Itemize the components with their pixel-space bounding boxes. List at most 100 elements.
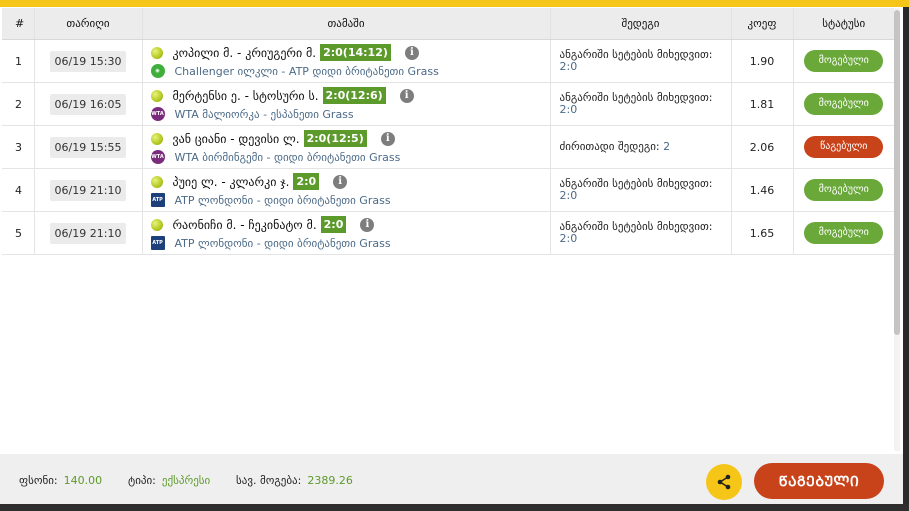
table-header-row: # თარიღი თამაში შედეგი კოეფ სტატუსი	[2, 8, 894, 40]
match-cell: ვან ციანი - დევისი ლ. 2:0(12:5) i WTA WT…	[142, 125, 551, 169]
status-cell: მოგებული	[793, 82, 894, 126]
odds-value: 1.81	[731, 82, 794, 126]
payout-summary: სავ. მოგება: 2389.26	[236, 474, 353, 487]
row-number: 1	[2, 39, 35, 83]
result-label: ანგარიში სეტების მიხედვით:	[559, 91, 713, 104]
bet-type-label: ტიპი:	[128, 474, 156, 487]
info-icon[interactable]: i	[333, 174, 348, 189]
info-icon[interactable]: i	[399, 88, 414, 103]
result-value: 2:0	[559, 103, 578, 116]
date-chip: 06/19 21:10	[49, 179, 127, 201]
result-cell: ძირითადი შედეგი: 2	[550, 125, 732, 169]
bet-type-summary: ტიპი: ექსპრესი	[128, 474, 210, 487]
score-badge: 2:0(12:6)	[322, 87, 386, 104]
tennis-ball-icon	[150, 132, 163, 145]
bet-events-table: # თარიღი თამაში შედეგი კოეფ სტატუსი 1 06…	[2, 8, 894, 255]
date-chip: 06/19 21:10	[49, 222, 127, 244]
bet-status-button[interactable]: ᲬᲐᲒᲔᲑᲣᲚᲘ	[754, 463, 884, 499]
info-icon[interactable]: i	[404, 45, 419, 60]
bet-summary-footer: ფსონი: 140.00 ტიპი: ექსპრესი სავ. მოგება: 2…	[0, 454, 903, 504]
result-value: 2:0	[559, 189, 578, 202]
table-row: 2 06/19 16:05 მერტენსი ე. - სტოსური ს. 2…	[2, 82, 894, 126]
tournament-name: WTA ბირმინგემი - დიდი ბრიტანეთი Grass	[174, 150, 401, 164]
stake-value: 140.00	[63, 474, 103, 487]
tennis-ball-icon	[150, 175, 163, 188]
wta-logo-icon: WTA	[150, 107, 165, 121]
tournament-name: WTA მალიორკა - ესპანეთი Grass	[174, 107, 354, 121]
date-chip: 06/19 16:05	[49, 93, 127, 115]
status-cell: მოგებული	[793, 211, 894, 255]
match-name: პუიე ლ. - კლარკი ჯ.	[172, 174, 290, 189]
result-label: ანგარიში სეტების მიხედვით:	[559, 220, 713, 233]
result-value: 2:0	[559, 232, 578, 245]
background-page-edge	[903, 7, 909, 511]
info-icon[interactable]: i	[380, 131, 395, 146]
share-icon	[717, 474, 731, 490]
wta-logo-icon: WTA	[150, 150, 165, 164]
column-header-odds: კოეფ	[731, 8, 794, 40]
match-name: ვან ციანი - დევისი ლ.	[172, 131, 300, 146]
score-badge: 2:0(14:12)	[320, 44, 391, 61]
atp-logo-icon: ATP	[150, 236, 165, 250]
column-header-date: თარიღი	[34, 8, 143, 40]
status-cell: მოგებული	[793, 39, 894, 83]
match-name: კოპილი მ. - კრიუგერი მ.	[172, 45, 317, 60]
scrollbar-thumb[interactable]	[894, 10, 900, 335]
odds-value: 1.65	[731, 211, 794, 255]
result-cell: ანგარიში სეტების მიხედვით: 2:0	[550, 211, 732, 255]
bet-type-value: ექსპრესი	[161, 474, 211, 487]
date-cell: 06/19 15:55	[34, 125, 143, 169]
result-label: ანგარიში სეტების მიხედვით:	[559, 48, 713, 61]
stake-label: ფსონი:	[19, 474, 58, 487]
tennis-ball-icon	[150, 46, 163, 59]
status-badge: მოგებული	[804, 50, 884, 72]
match-cell: რაონიჩი მ. - ჩეკინატო მ. 2:0 i ATP ATP ლ…	[142, 211, 551, 255]
status-badge: მოგებული	[804, 222, 884, 244]
date-chip: 06/19 15:55	[49, 136, 127, 158]
column-header-number: #	[2, 8, 35, 40]
odds-value: 1.46	[731, 168, 794, 212]
info-icon[interactable]: i	[360, 217, 375, 232]
row-number: 3	[2, 125, 35, 169]
status-badge: მოგებული	[804, 93, 884, 115]
odds-value: 1.90	[731, 39, 794, 83]
tournament-name: ATP ლონდონი - დიდი ბრიტანეთი Grass	[174, 193, 391, 207]
result-cell: ანგარიში სეტების მიხედვით: 2:0	[550, 82, 732, 126]
match-name: მერტენსი ე. - სტოსური ს.	[172, 88, 319, 103]
result-label: ანგარიში სეტების მიხედვით:	[559, 177, 713, 190]
date-cell: 06/19 15:30	[34, 39, 143, 83]
payout-label: სავ. მოგება:	[236, 474, 302, 487]
tournament-name: Challenger ილკლი - ATP დიდი ბრიტანეთი Gr…	[174, 64, 439, 78]
row-number: 5	[2, 211, 35, 255]
match-cell: მერტენსი ე. - სტოსური ს. 2:0(12:6) i WTA…	[142, 82, 551, 126]
status-badge: მოგებული	[804, 179, 884, 201]
column-header-status: სტატუსი	[793, 8, 894, 40]
stake-summary: ფსონი: 140.00	[19, 474, 102, 487]
column-header-match: თამაში	[142, 8, 551, 40]
match-cell: პუიე ლ. - კლარკი ჯ. 2:0 i ATP ATP ლონდონ…	[142, 168, 551, 212]
tennis-ball-icon	[150, 218, 163, 231]
match-name: რაონიჩი მ. - ჩეკინატო მ.	[172, 217, 317, 232]
background-page-bottom	[0, 504, 909, 511]
top-accent-bar	[0, 0, 909, 7]
status-badge: წაგებული	[804, 136, 884, 158]
payout-value: 2389.26	[307, 474, 353, 487]
table-row: 3 06/19 15:55 ვან ციანი - დევისი ლ. 2:0(…	[2, 125, 894, 169]
tennis-ball-icon	[150, 89, 163, 102]
date-cell: 06/19 21:10	[34, 211, 143, 255]
match-cell: კოპილი მ. - კრიუგერი მ. 2:0(14:12) i ◉ C…	[142, 39, 551, 83]
challenger-logo-icon: ◉	[150, 64, 165, 78]
result-value: 2	[663, 140, 671, 153]
column-header-result: შედეგი	[550, 8, 732, 40]
share-button[interactable]	[706, 464, 742, 500]
date-cell: 06/19 21:10	[34, 168, 143, 212]
score-badge: 2:0	[320, 216, 347, 233]
atp-logo-icon: ATP	[150, 193, 165, 207]
row-number: 2	[2, 82, 35, 126]
tournament-name: ATP ლონდონი - დიდი ბრიტანეთი Grass	[174, 236, 391, 250]
status-cell: წაგებული	[793, 125, 894, 169]
result-cell: ანგარიში სეტების მიხედვით: 2:0	[550, 39, 732, 83]
result-value: 2:0	[559, 60, 578, 73]
result-cell: ანგარიში სეტების მიხედვით: 2:0	[550, 168, 732, 212]
table-row: 4 06/19 21:10 პუიე ლ. - კლარკი ჯ. 2:0 i …	[2, 168, 894, 212]
